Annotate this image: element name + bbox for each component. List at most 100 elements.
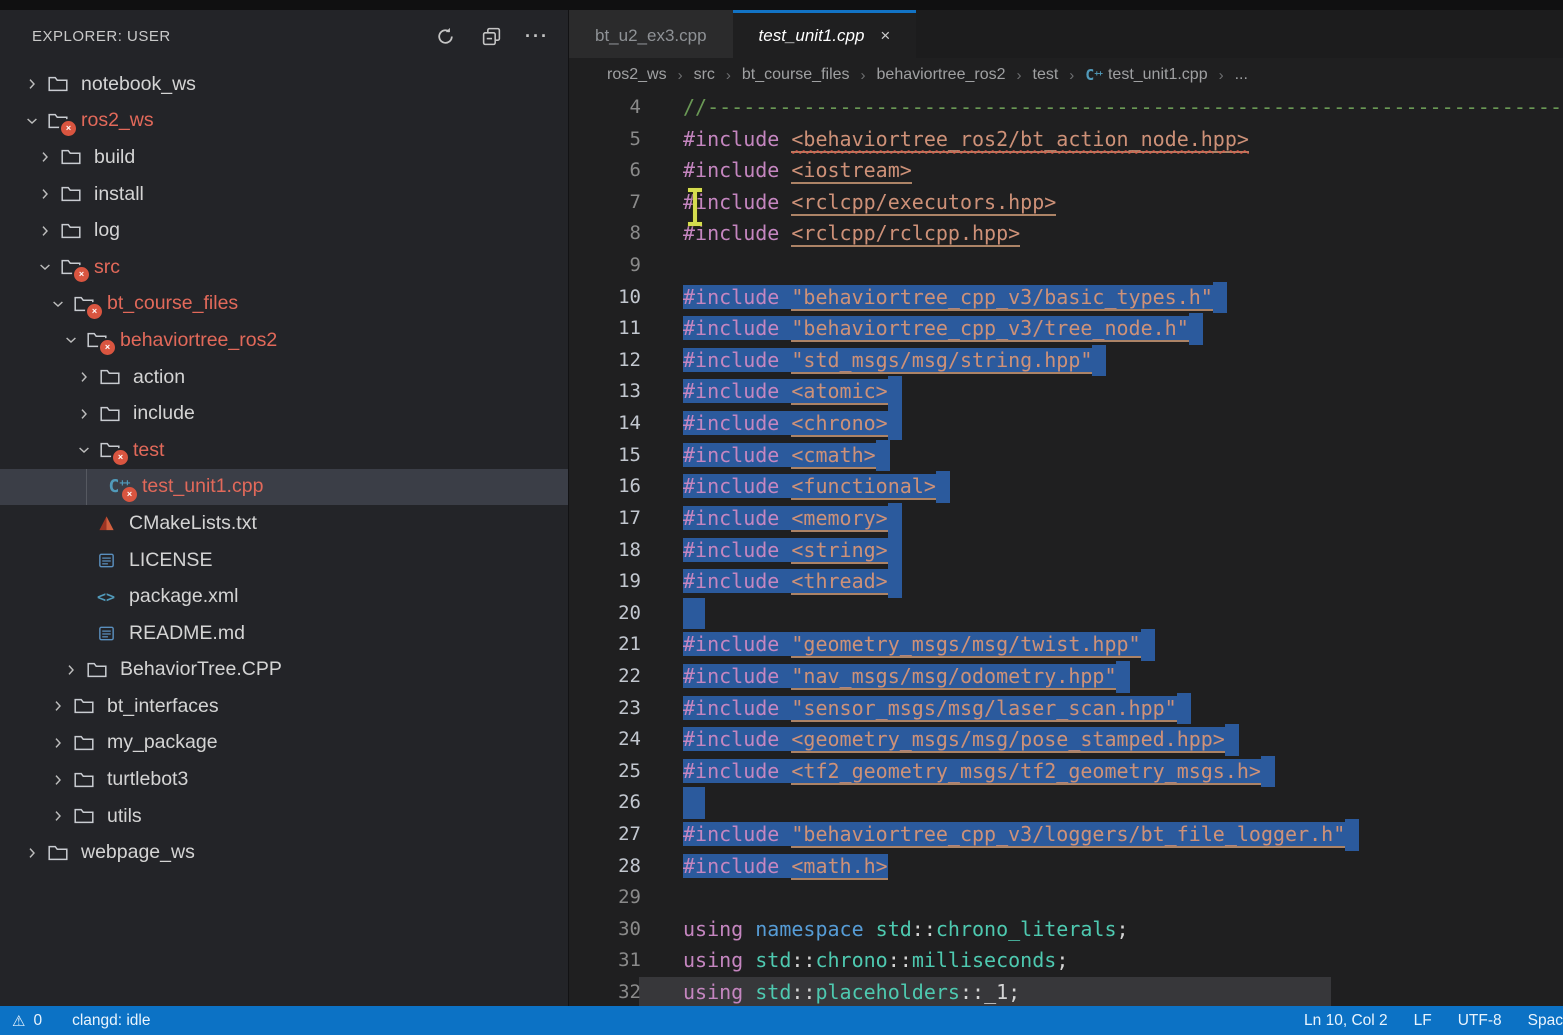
line-number[interactable]: 22 — [569, 661, 641, 693]
line-number[interactable]: 26 — [569, 787, 641, 819]
code-line-28[interactable]: 28#include <math.h> — [569, 851, 1563, 883]
line-number[interactable]: 21 — [569, 629, 641, 661]
code-line-21[interactable]: 21#include "geometry_msgs/msg/twist.hpp" — [569, 629, 1563, 661]
code-line-10[interactable]: 10#include "behaviortree_cpp_v3/basic_ty… — [569, 282, 1563, 314]
line-number[interactable]: 24 — [569, 724, 641, 756]
line-number[interactable]: 4 — [569, 92, 641, 124]
code-line-32[interactable]: 32using std::placeholders::_1; — [569, 977, 1563, 1006]
line-number[interactable]: 32 — [569, 977, 641, 1006]
code-line-4[interactable]: 4//-------------------------------------… — [569, 92, 1563, 124]
line-number[interactable]: 16 — [569, 471, 641, 503]
code-line-11[interactable]: 11#include "behaviortree_cpp_v3/tree_nod… — [569, 313, 1563, 345]
code-line-14[interactable]: 14#include <chrono> — [569, 408, 1563, 440]
code-line-25[interactable]: 25#include <tf2_geometry_msgs/tf2_geomet… — [569, 756, 1563, 788]
more-actions-icon[interactable]: ··· — [526, 25, 548, 47]
code-line-26[interactable]: 26 — [569, 787, 1563, 819]
breadcrumb-item-bt-course-files[interactable]: bt_course_files — [742, 66, 850, 84]
code-line-5[interactable]: 5#include <behaviortree_ros2/bt_action_n… — [569, 124, 1563, 156]
code-line-6[interactable]: 6#include <iostream> — [569, 155, 1563, 187]
line-number[interactable]: 12 — [569, 345, 641, 377]
tree-item-ros2-ws[interactable]: ×ros2_ws — [0, 103, 568, 140]
code-line-12[interactable]: 12#include "std_msgs/msg/string.hpp" — [569, 345, 1563, 377]
line-number[interactable]: 18 — [569, 535, 641, 567]
breadcrumb-item-test[interactable]: test — [1033, 66, 1059, 84]
tree-item-my-package[interactable]: my_package — [0, 725, 568, 762]
tree-item-src[interactable]: ×src — [0, 249, 568, 286]
line-number[interactable]: 20 — [569, 598, 641, 630]
breadcrumb-item-behaviortree-ros2[interactable]: behaviortree_ros2 — [877, 66, 1006, 84]
code-line-22[interactable]: 22#include "nav_msgs/msg/odometry.hpp" — [569, 661, 1563, 693]
breadcrumb-item-src[interactable]: src — [694, 66, 715, 84]
warning-icon[interactable]: ⚠ — [12, 1012, 25, 1030]
line-number[interactable]: 13 — [569, 376, 641, 408]
code-line-19[interactable]: 19#include <thread> — [569, 566, 1563, 598]
status-lf[interactable]: LF — [1414, 1012, 1432, 1030]
line-number[interactable]: 25 — [569, 756, 641, 788]
tree-item-behaviortree-ros2[interactable]: ×behaviortree_ros2 — [0, 322, 568, 359]
close-tab-icon[interactable]: × — [880, 27, 890, 44]
line-number[interactable]: 7 — [569, 187, 641, 219]
code-line-30[interactable]: 30using namespace std::chrono_literals; — [569, 914, 1563, 946]
line-number[interactable]: 23 — [569, 693, 641, 725]
code-line-17[interactable]: 17#include <memory> — [569, 503, 1563, 535]
tree-item-behaviortree-cpp[interactable]: BehaviorTree.CPP — [0, 652, 568, 689]
line-number[interactable]: 11 — [569, 313, 641, 345]
tree-item-turtlebot3[interactable]: turtlebot3 — [0, 761, 568, 798]
tree-item-action[interactable]: action — [0, 359, 568, 396]
clangd-status[interactable]: clangd: idle — [72, 1012, 150, 1030]
breadcrumb-item-test-unit1-cpp[interactable]: C++test_unit1.cpp — [1085, 66, 1207, 84]
code-line-7[interactable]: 7#include <rclcpp/executors.hpp> — [569, 187, 1563, 219]
line-number[interactable]: 10 — [569, 282, 641, 314]
tree-item-log[interactable]: log — [0, 212, 568, 249]
tree-item-test[interactable]: ×test — [0, 432, 568, 469]
tree-item-bt-course-files[interactable]: ×bt_course_files — [0, 286, 568, 323]
breadcrumb-item--[interactable]: ... — [1235, 66, 1248, 84]
line-number[interactable]: 31 — [569, 945, 641, 977]
line-number[interactable]: 17 — [569, 503, 641, 535]
line-number[interactable]: 19 — [569, 566, 641, 598]
status-utf-8[interactable]: UTF-8 — [1458, 1012, 1502, 1030]
tree-item-build[interactable]: build — [0, 139, 568, 176]
line-number[interactable]: 15 — [569, 440, 641, 472]
tree-item-license[interactable]: LICENSE — [0, 542, 568, 579]
tree-item-package-xml[interactable]: <>package.xml — [0, 578, 568, 615]
code-line-15[interactable]: 15#include <cmath> — [569, 440, 1563, 472]
tree-item-bt-interfaces[interactable]: bt_interfaces — [0, 688, 568, 725]
code-line-8[interactable]: 8#include <rclcpp/rclcpp.hpp> — [569, 218, 1563, 250]
code-line-24[interactable]: 24#include <geometry_msgs/msg/pose_stamp… — [569, 724, 1563, 756]
line-number[interactable]: 6 — [569, 155, 641, 187]
code-line-20[interactable]: 20 — [569, 598, 1563, 630]
tree-item-notebook-ws[interactable]: notebook_ws — [0, 66, 568, 103]
collapse-folders-icon[interactable] — [480, 25, 502, 47]
tree-item-utils[interactable]: utils — [0, 798, 568, 835]
line-number[interactable]: 30 — [569, 914, 641, 946]
line-number[interactable]: 14 — [569, 408, 641, 440]
line-number[interactable]: 9 — [569, 250, 641, 282]
code-line-31[interactable]: 31using std::chrono::milliseconds; — [569, 945, 1563, 977]
line-number[interactable]: 8 — [569, 218, 641, 250]
line-number[interactable]: 5 — [569, 124, 641, 156]
tree-item-test-unit1-cpp[interactable]: C++×test_unit1.cpp — [0, 469, 568, 506]
tree-item-include[interactable]: include — [0, 395, 568, 432]
line-number[interactable]: 27 — [569, 819, 641, 851]
warning-count[interactable]: 0 — [33, 1012, 42, 1030]
tree-item-readme-md[interactable]: README.md — [0, 615, 568, 652]
tab-bt-u2-ex3-cpp[interactable]: bt_u2_ex3.cpp — [569, 10, 733, 58]
code-line-23[interactable]: 23#include "sensor_msgs/msg/laser_scan.h… — [569, 693, 1563, 725]
line-number[interactable]: 28 — [569, 851, 641, 883]
tree-item-webpage-ws[interactable]: webpage_ws — [0, 834, 568, 871]
code-line-13[interactable]: 13#include <atomic> — [569, 376, 1563, 408]
refresh-icon[interactable] — [434, 25, 456, 47]
status-ln-10-col-2[interactable]: Ln 10, Col 2 — [1304, 1012, 1388, 1030]
code-line-27[interactable]: 27#include "behaviortree_cpp_v3/loggers/… — [569, 819, 1563, 851]
code-line-9[interactable]: 9 — [569, 250, 1563, 282]
breadcrumb-item-ros2-ws[interactable]: ros2_ws — [607, 66, 667, 84]
tree-item-install[interactable]: install — [0, 176, 568, 213]
code-line-29[interactable]: 29 — [569, 882, 1563, 914]
tab-test-unit1-cpp[interactable]: test_unit1.cpp× — [733, 10, 917, 58]
status-spac[interactable]: Spac — [1528, 1012, 1563, 1030]
code-line-16[interactable]: 16#include <functional> — [569, 471, 1563, 503]
tree-item-cmakelists-txt[interactable]: CMakeLists.txt — [0, 505, 568, 542]
editor-pane[interactable]: 4//-------------------------------------… — [569, 92, 1563, 1006]
code-line-18[interactable]: 18#include <string> — [569, 535, 1563, 567]
